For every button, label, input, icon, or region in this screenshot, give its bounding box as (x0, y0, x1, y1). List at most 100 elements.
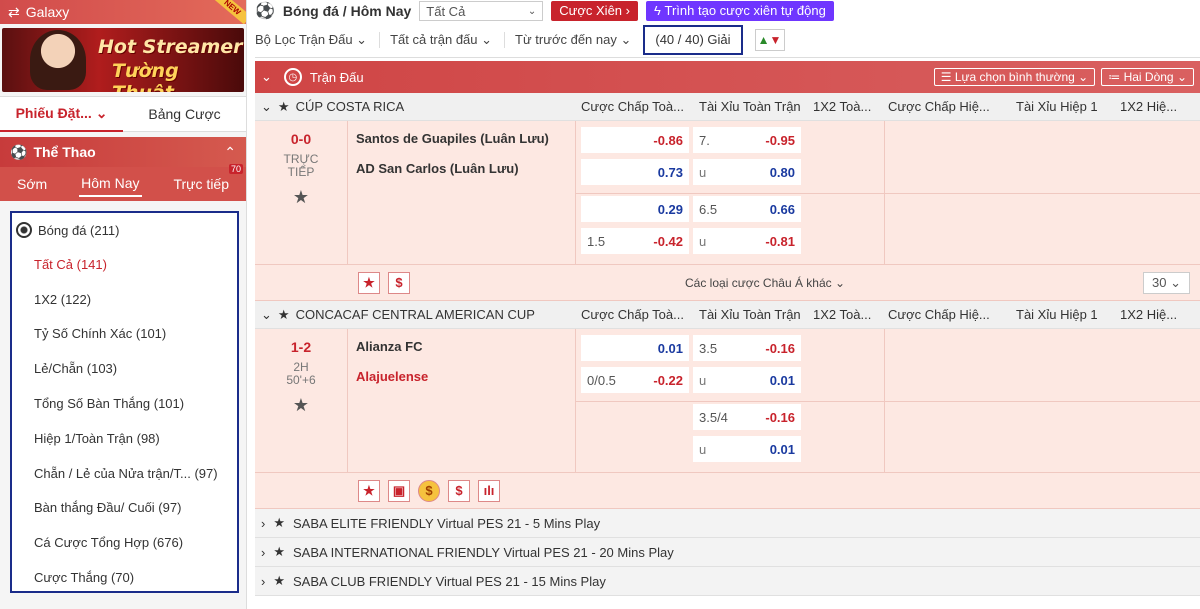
match-score: 0-0 (290, 131, 312, 147)
sport-soccer[interactable]: Bóng đá (211) (12, 213, 237, 247)
cashout-icon[interactable]: $ (418, 479, 440, 502)
star-icon[interactable]: ★ (358, 479, 380, 502)
page-size-select[interactable]: 30 ⌄ (1143, 271, 1190, 294)
soccer-ball-icon: ⚽ (255, 3, 275, 20)
market-list: Bóng đá (211) Tất Cả (141) 1X2 (122) Tỷ … (10, 211, 239, 593)
all-matches-dropdown[interactable]: Tất cả trận đấu ⌄ (379, 31, 492, 48)
filter-bar: Bộ Lọc Trận Đấu ⌄ Tất cả trận đấu ⌄ Từ t… (255, 22, 1200, 58)
league-name: CÚP COSTA RICA (295, 99, 405, 114)
odds-handicap-home[interactable]: -0.86 (581, 127, 689, 153)
hot-streamer-banner[interactable]: Hot Streamer Tường Thuật (2, 28, 244, 92)
chevron-down-icon: ⌄ (95, 105, 108, 121)
star-icon[interactable]: ★ (273, 544, 285, 560)
parlay-button[interactable]: Cược Xiên › (551, 1, 638, 21)
more-asian-markets[interactable]: Các loại cược Châu Á khác ⌄ (685, 276, 845, 290)
new-tag: NEW (214, 0, 246, 24)
tab-today[interactable]: Hôm Nay (79, 171, 142, 197)
soccer-ball-icon (16, 222, 32, 238)
odds-ou-under[interactable]: u -0.81 (693, 228, 801, 254)
league-name: SABA CLUB FRIENDLY Virtual PES 21 - 15 M… (293, 573, 606, 589)
swap-icon: ⇄ (8, 3, 20, 20)
odds-ou-under[interactable]: u 0.01 (693, 436, 801, 462)
odds-handicap-away[interactable]: 0.73 (581, 159, 689, 185)
league-row[interactable]: › ★ SABA CLUB FRIENDLY Virtual PES 21 - … (255, 567, 1200, 596)
chevron-up-icon: ⌃ (224, 143, 236, 160)
market-item-all[interactable]: Tất Cả (141) (12, 247, 237, 282)
odds-ou-under[interactable]: u 0.01 (693, 367, 801, 393)
league-name: CONCACAF CENTRAL AMERICAN CUP (295, 307, 535, 322)
league-row[interactable]: ⌄ ★ CÚP COSTA RICA Cược Chấp Toà... Tài Xỉ… (255, 93, 1200, 121)
chevron-down-icon: ⌄ (261, 98, 272, 114)
time-range-dropdown[interactable]: Từ trước đến nay ⌄ (504, 31, 631, 48)
market-item-correct-score[interactable]: Tỷ Số Chính Xác (101) (12, 317, 237, 352)
tab-bet-list[interactable]: Bảng Cược (123, 106, 246, 122)
col-1x2-ft: 1X2 Toà... (813, 99, 872, 114)
league-row[interactable]: › ★ SABA INTERNATIONAL FRIENDLY Virtual … (255, 538, 1200, 567)
chevron-down-icon[interactable]: ⌄ (261, 69, 272, 85)
bet-slip-tabs: Phiếu Đặt... ⌄ Bảng Cược (0, 96, 246, 132)
star-icon[interactable]: ★ (255, 395, 347, 416)
away-team: Alajuelense (356, 369, 429, 384)
sports-header-label: Thể Thao (33, 144, 96, 160)
galaxy-link[interactable]: ⇄ Galaxy NEW (0, 0, 246, 24)
star-icon[interactable]: ★ (278, 307, 290, 323)
tab-early[interactable]: Sớm (15, 172, 49, 196)
match-filter-dropdown[interactable]: Bộ Lọc Trận Đấu ⌄ (255, 32, 367, 48)
market-item-first-last-goal[interactable]: Bàn thắng Đầu/ Cuối (97) (12, 491, 237, 526)
view-mode-button[interactable]: ☰ Lựa chọn bình thường ⌄ (933, 68, 1096, 86)
star-icon[interactable]: ★ (278, 99, 290, 115)
away-team: AD San Carlos (Luân Lưu) (356, 161, 519, 176)
row-mode-button[interactable]: ≔ Hai Dòng ⌄ (1101, 68, 1194, 86)
field-icon[interactable]: ▣ (388, 479, 410, 502)
star-icon[interactable]: ★ (255, 187, 347, 208)
league-count-button[interactable]: (40 / 40) Giải (643, 24, 743, 55)
odds-ou-over[interactable]: 6.5 0.66 (693, 196, 801, 222)
dollar-icon[interactable]: $ (388, 271, 410, 294)
market-item-mix-parlay[interactable]: Cá Cược Tổng Hợp (676) (12, 525, 237, 560)
page-title: Bóng đá / Hôm Nay (282, 3, 412, 19)
odds-handicap-away[interactable]: 1.5 -0.42 (581, 228, 689, 254)
match-row: 1-2 2H 50'+6 ★ Alianza FC Alajuelense 0.… (255, 329, 1200, 473)
home-team: Alianza FC (356, 339, 423, 354)
banner-line1: Hot Streamer (98, 36, 243, 58)
star-icon[interactable]: ★ (273, 573, 285, 589)
market-item-total-goals[interactable]: Tổng Số Bàn Thắng (101) (12, 386, 237, 421)
auto-parlay-button[interactable]: ϟ Trình tạo cược xiên tự động (645, 1, 834, 21)
league-name: SABA ELITE FRIENDLY Virtual PES 21 - 5 M… (293, 515, 601, 531)
col-ou-ft: Tài Xỉu Toàn Trận (699, 99, 801, 114)
sport-label: Bóng đá (211) (38, 222, 120, 238)
odds-handicap-home[interactable]: 0.29 (581, 196, 689, 222)
odds-handicap-home[interactable]: 0.01 (581, 335, 689, 361)
chevron-right-icon: › (261, 544, 266, 560)
star-icon[interactable]: ★ (273, 515, 285, 531)
league-row[interactable]: › ★ SABA ELITE FRIENDLY Virtual PES 21 -… (255, 509, 1200, 538)
tab-bet-slip[interactable]: Phiếu Đặt... ⌄ (0, 96, 123, 132)
col-handicap-ht: Cược Chấp Hiệ... (888, 307, 990, 322)
market-item-ht-ft[interactable]: Hiệp 1/Toàn Trận (98) (12, 421, 237, 456)
live-count-badge: 70 (228, 164, 243, 174)
odds-ou-over[interactable]: 3.5/4 -0.16 (693, 404, 801, 430)
category-select[interactable]: Tất Cả ⌄ (419, 1, 544, 21)
sort-icon[interactable]: ▲ ▼ (754, 28, 785, 51)
market-item-outright[interactable]: Cược Thắng (70) (12, 560, 237, 595)
odds-ou-over[interactable]: 7. -0.95 (693, 127, 801, 153)
chevron-right-icon: › (261, 573, 266, 589)
stats-icon[interactable]: ılı (478, 479, 500, 502)
odds-ou-under[interactable]: u 0.80 (693, 159, 801, 185)
match-score: 1-2 (290, 339, 312, 355)
col-handicap-ft: Cược Chấp Toà... (581, 307, 684, 322)
star-icon[interactable]: ★ (358, 271, 380, 294)
col-1x2-ht: 1X2 Hiệ... (1120, 307, 1178, 322)
market-item-half-odd-even[interactable]: Chẵn / Lẻ của Nửa trận/T... (97) (12, 456, 237, 491)
odds-handicap-away[interactable]: 0/0.5 -0.22 (581, 367, 689, 393)
home-team: Santos de Guapiles (Luân Lưu) (356, 131, 549, 146)
league-row[interactable]: ⌄ ★ CONCACAF CENTRAL AMERICAN CUP Cược Chấ… (255, 301, 1200, 329)
market-item-1x2[interactable]: 1X2 (122) (12, 282, 237, 317)
dollar-icon[interactable]: $ (448, 479, 470, 502)
odds-ou-over[interactable]: 3.5 -0.16 (693, 335, 801, 361)
market-item-odd-even[interactable]: Lẻ/Chẵn (103) (12, 351, 237, 386)
match-footer: ★ ▣ $ $ ılı (255, 473, 1200, 509)
sports-header[interactable]: ⚽ Thể Thao ⌃ (0, 137, 246, 167)
match-status: TRỰC TIẾP (283, 152, 319, 179)
tab-live[interactable]: Trực tiếp 70 (171, 164, 243, 196)
